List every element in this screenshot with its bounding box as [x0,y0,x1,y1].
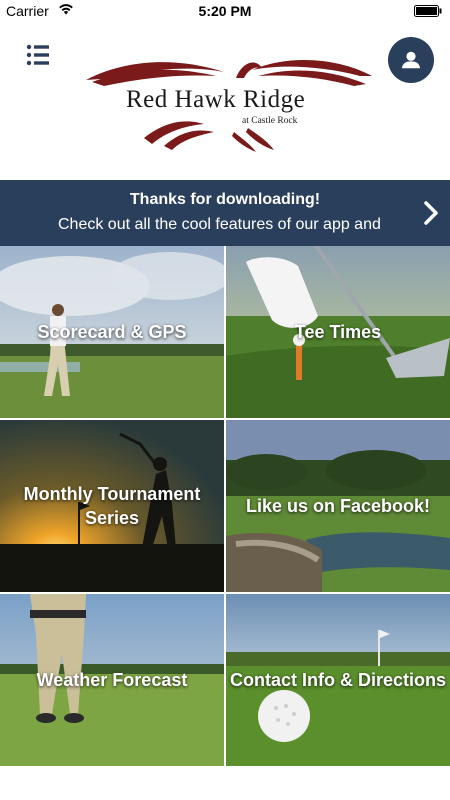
battery-icon [414,5,442,17]
tile-label: Weather Forecast [36,670,188,690]
tile-facebook[interactable]: Like us on Facebook! [226,420,450,592]
feature-grid: Scorecard & GPS Tee Times Monthly Tourna… [0,246,450,770]
tile-label: Scorecard & GPS [37,322,187,342]
banner-body: Check out all the cool features of our a… [58,216,381,233]
welcome-banner[interactable]: Thanks for downloading! Check out all th… [0,180,450,246]
tile-tee-times[interactable]: Tee Times [226,246,450,418]
tile-monthly-tournament[interactable]: Monthly Tournament Series [0,420,224,592]
chevron-right-icon[interactable] [422,200,440,226]
banner-title: Thanks for downloading! [129,191,321,208]
tile-label: Monthly Tournament Series [23,484,201,528]
tile-weather-forecast[interactable]: Weather Forecast [0,594,224,766]
profile-button[interactable] [388,37,434,83]
tile-contact-directions[interactable]: Contact Info & Directions [226,594,450,766]
list-menu-icon[interactable] [24,40,54,70]
tile-label: Like us on Facebook! [245,496,431,516]
club-logo: Red Hawk Ridge at Castle Rock [84,52,374,152]
app-header: Red Hawk Ridge at Castle Rock [0,22,450,180]
tile-label: Tee Times [294,322,382,342]
user-icon [401,51,421,69]
logo-name: Red Hawk Ridge [126,86,306,113]
status-time: 5:20 PM [198,3,252,19]
status-bar: Carrier 5:20 PM [0,0,450,22]
logo-subtitle: at Castle Rock [242,116,298,126]
tile-scorecard-gps[interactable]: Scorecard & GPS [0,246,224,418]
tile-label: Contact Info & Directions [230,670,447,690]
